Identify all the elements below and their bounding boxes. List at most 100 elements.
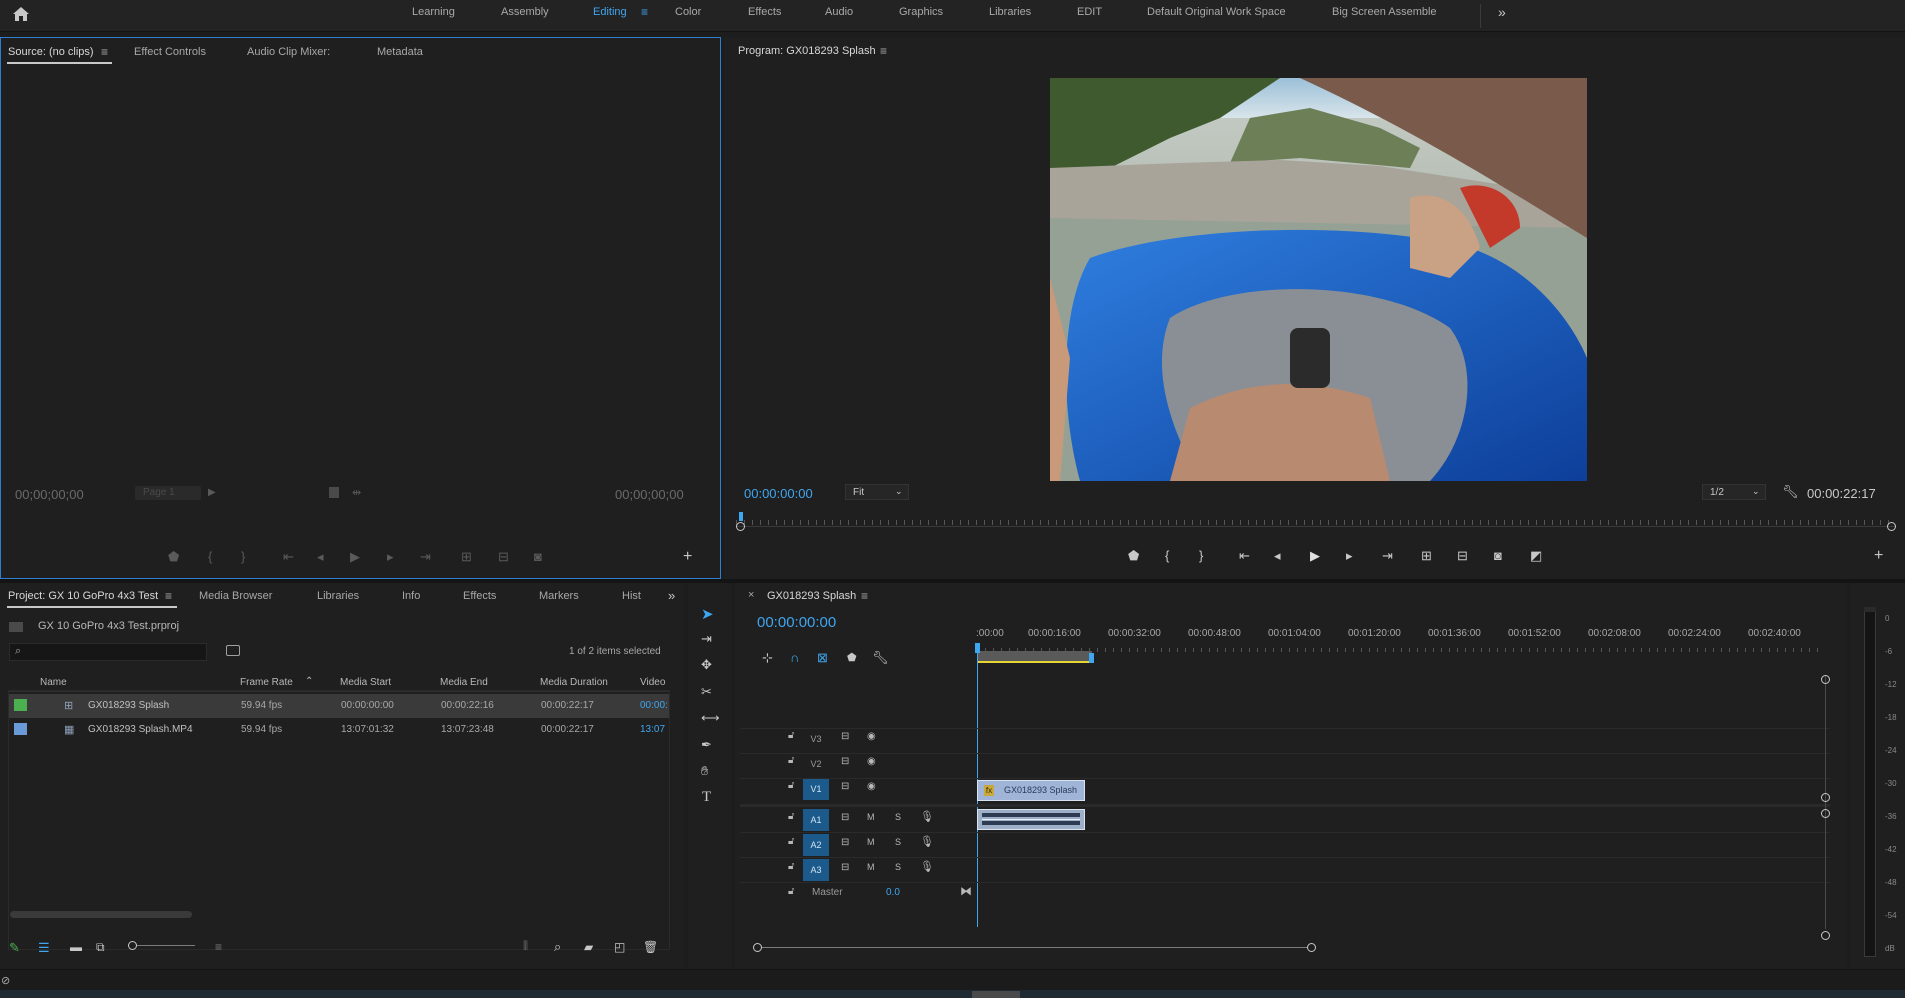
panel-menu-icon[interactable]: ≡ [101,45,108,59]
program-title[interactable]: Program: GX018293 Splash [738,45,876,57]
freeform-view-icon[interactable]: ⧉ [96,940,105,955]
step-forward-icon[interactable]: ▸ [1346,549,1353,562]
timeline-zoom-right[interactable] [1307,943,1316,952]
column-media-start[interactable]: Media Start [340,677,391,688]
workspace-tab-edit[interactable]: EDIT [1077,6,1102,18]
mute-button[interactable]: M [867,812,875,822]
source-timecode-left[interactable]: 00;00;00;00 [15,487,84,502]
lock-icon[interactable]: 🔓︎ [788,811,794,822]
program-timecode[interactable]: 00:00:00:00 [744,486,813,501]
go-to-out-icon[interactable]: ⇥ [1382,549,1393,562]
row-name[interactable]: GX018293 Splash.MP4 [88,724,193,735]
row-name[interactable]: GX018293 Splash [88,700,169,711]
eye-icon[interactable]: ◉ [867,756,876,767]
track-label-v2[interactable]: V2 [803,753,829,775]
tab-markers[interactable]: Markers [539,590,579,602]
overwrite-icon[interactable]: ⊟ [498,550,509,563]
type-tool-icon[interactable]: T [702,789,711,806]
tab-project[interactable]: Project: GX 10 GoPro 4x3 Test [8,590,158,602]
home-icon[interactable] [12,6,30,22]
scroll-handle[interactable] [1821,931,1830,940]
audio-clip[interactable] [977,809,1085,830]
icon-view-icon[interactable]: ▬ [70,940,82,954]
insert-icon[interactable]: ⊞ [461,550,472,563]
play-arrow-icon[interactable]: ▶ [208,487,216,498]
workspace-tab-default-original[interactable]: Default Original Work Space [1147,6,1286,18]
label-color-swatch[interactable] [14,699,27,711]
panel-menu-icon[interactable]: ≡ [165,589,172,603]
find-icon[interactable]: ⌕ [554,939,561,955]
work-area-end-handle[interactable] [1089,653,1094,663]
camera-icon[interactable]: ◙ [1494,549,1502,562]
step-forward-icon[interactable]: ▸ [387,550,394,563]
snap-icon[interactable]: ∩ [790,650,799,665]
panel-menu-icon[interactable]: ≡ [861,589,868,603]
microphone-icon[interactable]: 🎙︎ [920,835,934,848]
track-label-v1[interactable]: V1 [803,778,829,800]
tab-history[interactable]: Hist [622,590,641,602]
workspace-tab-libraries[interactable]: Libraries [989,6,1031,18]
safe-margins-icon[interactable] [329,487,339,498]
trash-icon[interactable]: 🗑︎ [643,940,658,954]
new-bin-icon[interactable]: ▰ [584,940,593,954]
sequence-tab[interactable]: GX018293 Splash [767,590,856,602]
lock-icon[interactable]: 🔓︎ [788,861,794,872]
go-to-in-icon[interactable]: ⇤ [283,550,294,563]
master-volume-value[interactable]: 0.0 [886,887,900,898]
tab-metadata[interactable]: Metadata [377,46,423,58]
go-to-end-icon[interactable]: ⧓ [960,884,972,898]
program-zoom-bar[interactable] [736,526,1896,527]
nest-icon[interactable]: ⊹ [762,650,773,666]
lift-icon[interactable]: ⊞ [1421,549,1432,562]
settings-small-icon[interactable]: ⇹ [352,486,361,499]
ripple-edit-tool-icon[interactable]: ✥ [701,657,712,673]
vertical-scrollbar-track[interactable] [1825,675,1826,929]
go-to-in-icon[interactable]: ⇤ [1239,549,1250,562]
timeline-timecode[interactable]: 00:00:00:00 [757,614,836,631]
tab-libraries[interactable]: Libraries [317,590,359,602]
workspace-tab-assembly[interactable]: Assembly [501,6,549,18]
slip-tool-icon[interactable]: ⟷ [701,710,720,726]
hand-tool-icon[interactable]: ✋︎ [701,763,708,779]
table-row[interactable]: ▦ GX018293 Splash.MP4 59.94 fps 13:07:01… [8,718,670,742]
extract-icon[interactable]: ⊟ [1457,549,1468,562]
workspace-tab-editing[interactable]: Editing [593,6,627,18]
label-color-swatch[interactable] [14,723,27,735]
workspace-tab-graphics[interactable]: Graphics [899,6,943,18]
sync-lock-icon[interactable]: ⊟ [841,812,849,823]
tab-effects[interactable]: Effects [463,590,496,602]
step-back-icon[interactable]: ◂ [317,550,324,563]
lock-icon[interactable]: 🔓︎ [788,886,794,897]
sync-lock-icon[interactable]: ⊟ [841,781,849,792]
mute-button[interactable]: M [867,862,875,872]
panel-menu-icon[interactable]: ≡ [880,44,887,58]
program-video-frame[interactable] [1050,78,1587,481]
column-media-duration[interactable]: Media Duration [540,677,608,688]
workspace-tab-color[interactable]: Color [675,6,701,18]
solo-button[interactable]: S [895,837,901,847]
tab-media-browser[interactable]: Media Browser [199,590,272,602]
scroll-handle[interactable] [1821,675,1830,684]
solo-button[interactable]: S [895,862,901,872]
column-video[interactable]: Video [640,677,665,688]
eye-icon[interactable]: ◉ [867,781,876,792]
lock-icon[interactable]: 🔓︎ [788,730,794,741]
wrench-icon[interactable]: 🔧︎ [872,650,889,666]
play-icon[interactable]: ▶ [1310,549,1320,562]
play-icon[interactable]: ▶ [350,550,360,563]
meter-clip-indicator[interactable] [1864,607,1876,612]
column-media-end[interactable]: Media End [440,677,488,688]
project-search-input[interactable]: ⌕ [9,643,207,661]
page-dropdown[interactable]: Page 1 [135,486,201,500]
horizontal-scrollbar[interactable] [10,911,192,918]
pencil-icon[interactable]: ✎ [9,940,20,956]
sort-icons-icon[interactable]: ≡ [215,940,222,954]
track-label-a2[interactable]: A2 [803,834,829,856]
tab-info[interactable]: Info [402,590,420,602]
chevrons-right-icon[interactable]: » [1498,4,1506,20]
camera-icon[interactable]: ◙ [534,550,542,563]
sort-ascending-icon[interactable]: ⌃ [305,676,313,687]
add-marker-icon[interactable]: ⬟ [1128,549,1139,562]
go-to-out-icon[interactable]: ⇥ [420,550,431,563]
razor-tool-icon[interactable]: ✂︎ [701,684,712,700]
